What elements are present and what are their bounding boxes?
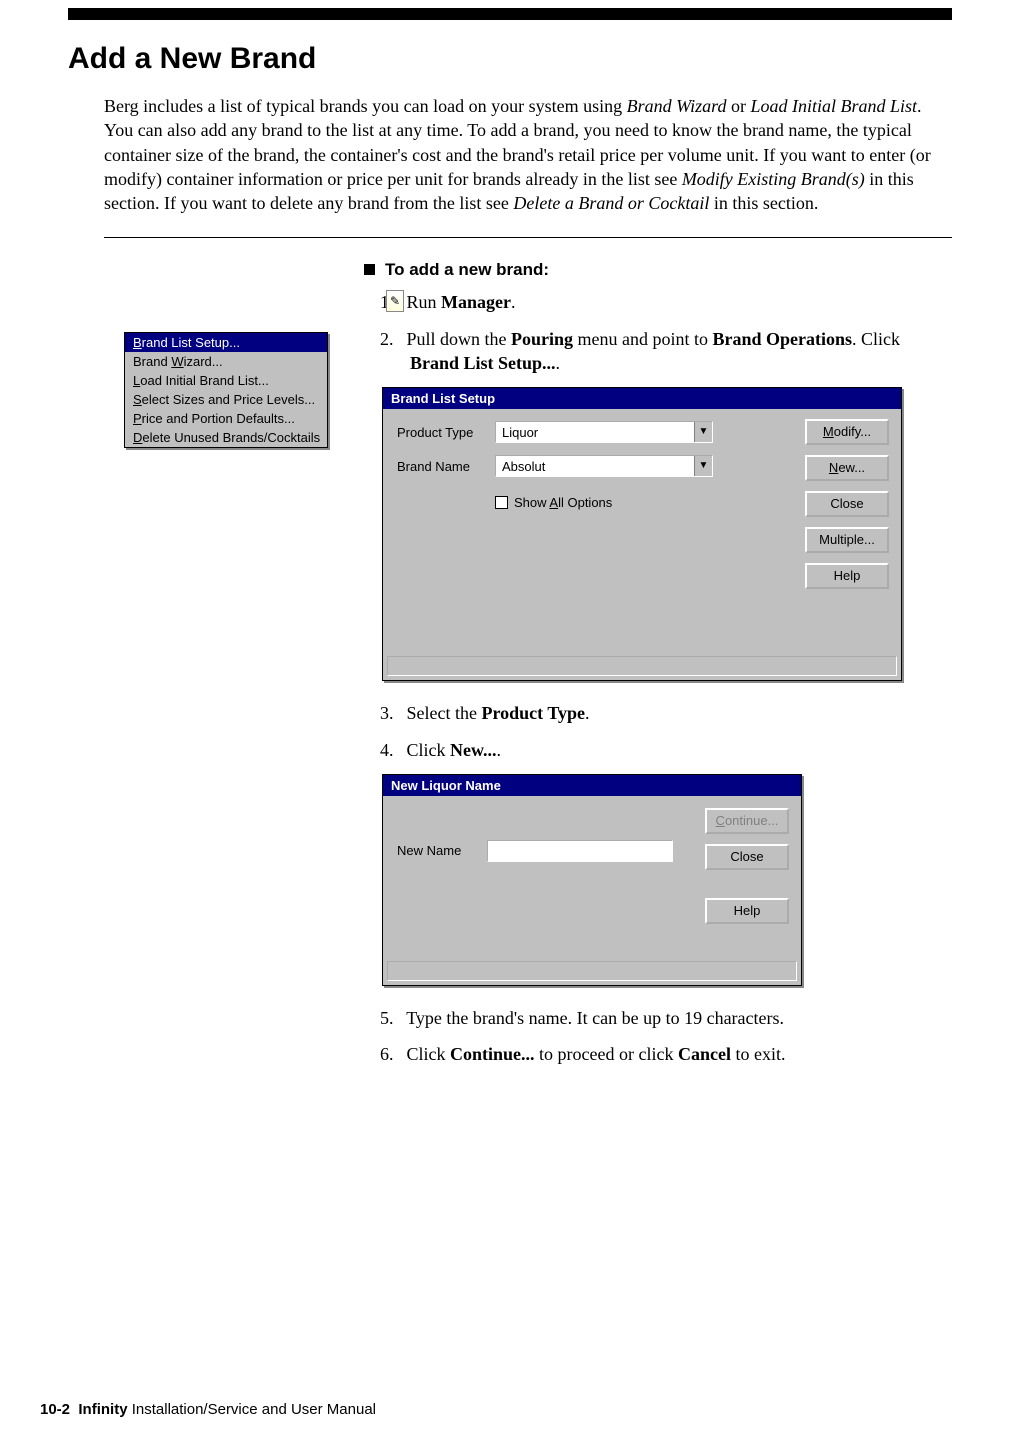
right-column: To add a new brand: 1. Run Manager. 2. P… bbox=[358, 260, 952, 1078]
intro-paragraph: Berg includes a list of typical brands y… bbox=[104, 94, 952, 215]
intro-italic-delete: Delete a Brand or Cocktail bbox=[513, 193, 709, 213]
brand-list-setup-dialog: Brand List Setup Product Type Liquor ▼ B… bbox=[382, 387, 902, 681]
procedure-heading: To add a new brand: bbox=[364, 260, 952, 280]
help-button[interactable]: Help bbox=[705, 898, 789, 924]
menu-item-price-defaults[interactable]: Price and Portion Defaults... bbox=[125, 409, 327, 428]
close-button[interactable]: Close bbox=[705, 844, 789, 870]
step-number: 2. bbox=[380, 327, 402, 351]
product-type-label: Product Type bbox=[397, 425, 495, 440]
page-number: 10-2 bbox=[40, 1401, 70, 1418]
new-name-label: New Name bbox=[397, 843, 487, 858]
left-column: Brand List Setup... Brand Wizard... Load… bbox=[68, 260, 358, 1078]
dialog-statusbar bbox=[387, 656, 897, 676]
horizontal-rule bbox=[104, 237, 952, 238]
step-number: 4. bbox=[380, 738, 402, 762]
show-all-options-checkbox[interactable] bbox=[495, 496, 508, 509]
brand-name-combo[interactable]: Absolut ▼ bbox=[495, 455, 713, 477]
step-number: 3. bbox=[380, 701, 402, 725]
square-bullet-icon bbox=[364, 264, 375, 275]
dialog-button-column: Modify... New... Close Multiple... Help bbox=[805, 419, 889, 589]
intro-italic-modify: Modify Existing Brand(s) bbox=[682, 169, 865, 189]
show-all-options-label: Show All Options bbox=[514, 495, 612, 510]
step-2: 2. Pull down the Pouring menu and point … bbox=[364, 327, 952, 376]
brand-name-label: Brand Name bbox=[397, 459, 495, 474]
footer-title-bold: Infinity bbox=[78, 1401, 127, 1418]
multiple-button[interactable]: Multiple... bbox=[805, 527, 889, 553]
chevron-down-icon[interactable]: ▼ bbox=[694, 456, 712, 476]
new-button[interactable]: New... bbox=[805, 455, 889, 481]
footer-title-rest: Installation/Service and User Manual bbox=[128, 1401, 376, 1418]
menu-item-select-sizes[interactable]: Select Sizes and Price Levels... bbox=[125, 390, 327, 409]
dialog-statusbar bbox=[387, 961, 797, 981]
step-number: 6. bbox=[380, 1042, 402, 1066]
new-liquor-name-dialog: New Liquor Name New Name Continue... Clo… bbox=[382, 774, 802, 986]
step-1: 1. Run Manager. bbox=[364, 290, 952, 314]
pencil-icon: ✎ bbox=[386, 290, 404, 312]
menu-item-brand-list-setup[interactable]: Brand List Setup... bbox=[125, 333, 327, 352]
brand-name-value: Absolut bbox=[496, 459, 694, 474]
dialog-body: Product Type Liquor ▼ Brand Name Absolut… bbox=[383, 409, 901, 518]
intro-text: Berg includes a list of typical brands y… bbox=[104, 96, 627, 116]
intro-italic-load-initial: Load Initial Brand List bbox=[750, 96, 917, 116]
black-header-bar bbox=[68, 8, 952, 20]
pouring-submenu: Brand List Setup... Brand Wizard... Load… bbox=[124, 332, 328, 448]
dialog-body: New Name Continue... Close Help bbox=[383, 796, 801, 956]
chevron-down-icon[interactable]: ▼ bbox=[694, 422, 712, 442]
page-footer: 10-2 Infinity Installation/Service and U… bbox=[40, 1401, 376, 1418]
step-6: 6. Click Continue... to proceed or click… bbox=[364, 1042, 952, 1066]
menu-item-delete-unused[interactable]: Delete Unused Brands/Cocktails bbox=[125, 428, 327, 447]
dialog-titlebar: New Liquor Name bbox=[383, 775, 801, 796]
step-4: 4. Click New.... bbox=[364, 738, 952, 762]
new-name-input[interactable] bbox=[487, 840, 673, 862]
intro-text: or bbox=[726, 96, 750, 116]
step-3: 3. Select the Product Type. bbox=[364, 701, 952, 725]
product-type-value: Liquor bbox=[496, 425, 694, 440]
help-button[interactable]: Help bbox=[805, 563, 889, 589]
intro-text: in this section. bbox=[709, 193, 818, 213]
dialog-titlebar: Brand List Setup bbox=[383, 388, 901, 409]
menu-item-brand-wizard[interactable]: Brand Wizard... bbox=[125, 352, 327, 371]
page-content: Add a New Brand Berg includes a list of … bbox=[68, 30, 952, 1079]
dialog-button-column: Continue... Close Help bbox=[705, 808, 789, 924]
intro-italic-brand-wizard: Brand Wizard bbox=[627, 96, 727, 116]
page-title: Add a New Brand bbox=[68, 42, 952, 76]
step-number: 5. bbox=[380, 1006, 402, 1030]
step-5: 5. Type the brand's name. It can be up t… bbox=[364, 1006, 952, 1030]
continue-button[interactable]: Continue... bbox=[705, 808, 789, 834]
body-columns: ✎ Brand List Setup... Brand Wizard... Lo… bbox=[68, 260, 952, 1078]
modify-button[interactable]: Modify... bbox=[805, 419, 889, 445]
menu-item-load-initial[interactable]: Load Initial Brand List... bbox=[125, 371, 327, 390]
product-type-combo[interactable]: Liquor ▼ bbox=[495, 421, 713, 443]
close-button[interactable]: Close bbox=[805, 491, 889, 517]
procedure-heading-text: To add a new brand: bbox=[385, 260, 549, 279]
